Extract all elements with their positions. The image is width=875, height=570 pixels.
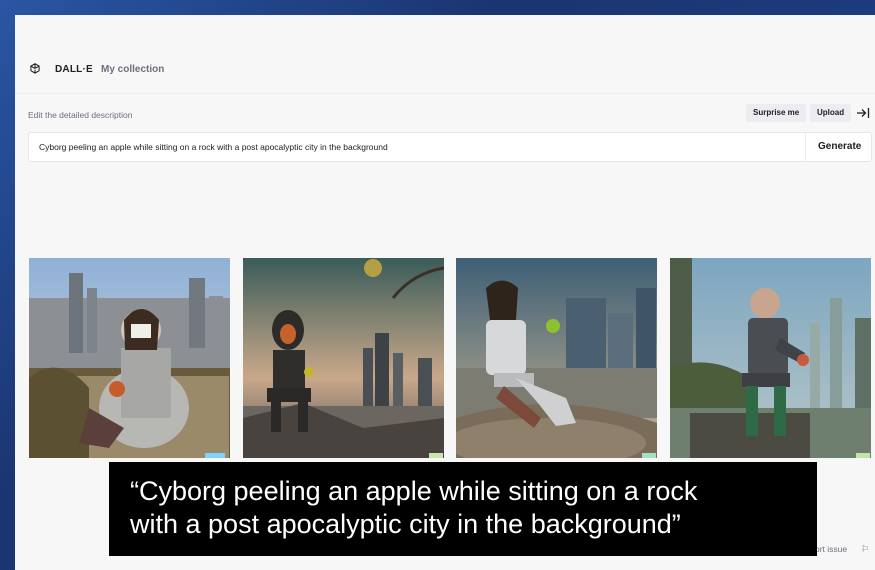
generated-image-1[interactable] [29,258,230,458]
brand-title[interactable]: DALL·E [55,64,93,75]
sidebar-collapse-icon[interactable] [855,104,871,122]
divider [805,133,806,161]
openai-logo-icon[interactable] [28,62,42,76]
generated-image-2[interactable] [243,258,444,458]
generated-image-4[interactable] [670,258,871,458]
flag-icon[interactable]: ⚐ [861,544,869,555]
description-label: Edit the detailed description [28,110,133,120]
generate-button[interactable]: Generate [818,141,861,152]
caption-line-1: “Cyborg peeling an apple while sitting o… [130,476,698,506]
prompt-input[interactable]: Cyborg peeling an apple while sitting on… [28,132,872,162]
surprise-me-button[interactable]: Surprise me [746,104,807,122]
top-nav: DALL·E My collection [15,15,875,94]
report-issue-link[interactable]: ort issue [815,544,847,554]
caption-line-2: with a post apocalyptic city in the back… [130,509,681,539]
generated-image-3[interactable] [456,258,657,458]
quote-caption: “Cyborg peeling an apple while sitting o… [109,462,817,556]
nav-my-collection[interactable]: My collection [101,64,164,75]
prompt-text[interactable]: Cyborg peeling an apple while sitting on… [39,142,388,152]
upload-button[interactable]: Upload [810,104,852,122]
